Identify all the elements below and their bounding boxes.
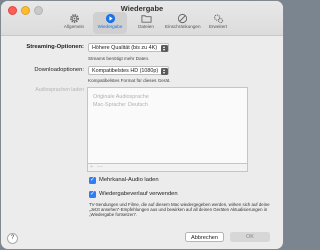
- tab-label: Erweitert: [208, 24, 228, 29]
- tab-label: Einschränkungen: [165, 24, 201, 29]
- tab-label: Dateien: [138, 24, 154, 29]
- chevron-updown-icon: ▴ ▾: [160, 67, 168, 75]
- help-button[interactable]: ?: [7, 233, 18, 244]
- streaming-options-label: Streaming-Optionen:: [26, 44, 84, 50]
- download-options-value: Kompatibelstes HD (1080p): [92, 68, 159, 74]
- play-icon: [105, 13, 115, 24]
- history-checkbox[interactable]: ✓: [89, 191, 96, 198]
- gear-icon: [69, 14, 79, 23]
- audio-languages-list: Originale Audiosprache Mac-Sprache: Deut…: [87, 87, 248, 172]
- ok-button[interactable]: OK: [230, 232, 270, 242]
- add-language-button[interactable]: +: [90, 164, 93, 171]
- tab-dateien[interactable]: Dateien: [129, 12, 163, 34]
- restrictions-icon: [177, 13, 187, 24]
- download-options-label: Downloadoptionen:: [34, 67, 84, 73]
- titlebar: Wiedergabe Allgemein Wiedergabe Dateien …: [1, 1, 283, 36]
- tab-wiedergabe[interactable]: Wiedergabe: [93, 12, 127, 34]
- folder-icon: [140, 15, 152, 23]
- list-footer: + —: [88, 163, 247, 171]
- tab-label: Allgemein: [63, 24, 85, 29]
- history-label: Wiedergabeverlauf verwenden: [99, 191, 178, 197]
- tab-label: Wiedergabe: [97, 24, 123, 29]
- history-description: TV-Sendungen und Filme, die auf diesem M…: [89, 202, 270, 218]
- list-item[interactable]: Mac-Sprache: Deutsch: [88, 101, 247, 109]
- streaming-options-value: Höhere Qualität (bis zu 4K): [92, 45, 158, 51]
- advanced-gears-icon: [213, 14, 223, 24]
- preferences-window: Wiedergabe Allgemein Wiedergabe Dateien …: [1, 1, 283, 249]
- streaming-options-hint: Streams benötigt mehr Daten.: [88, 56, 150, 61]
- tab-allgemein[interactable]: Allgemein: [57, 12, 91, 34]
- download-options-select[interactable]: Kompatibelstes HD (1080p) ▴ ▾: [88, 66, 169, 75]
- multichannel-checkbox[interactable]: ✓: [89, 177, 96, 184]
- streaming-options-select[interactable]: Höhere Qualität (bis zu 4K) ▴ ▾: [88, 43, 169, 52]
- chevron-updown-icon: ▴ ▾: [160, 44, 168, 52]
- tab-einschraenkungen[interactable]: Einschränkungen: [165, 12, 201, 34]
- audio-languages-label: Audiosprachen laden: [35, 87, 84, 93]
- tab-erweitert[interactable]: Erweitert: [201, 12, 235, 34]
- download-options-hint: Kompatibelstes Format für dieses Gerät.: [88, 78, 171, 83]
- preferences-toolbar: Allgemein Wiedergabe Dateien Einschränku…: [57, 12, 235, 34]
- cancel-button[interactable]: Abbrechen: [185, 232, 224, 242]
- remove-language-button[interactable]: —: [97, 164, 103, 171]
- list-item[interactable]: Originale Audiosprache: [88, 93, 247, 101]
- multichannel-label: Mehrkanal-Audio laden: [99, 177, 159, 183]
